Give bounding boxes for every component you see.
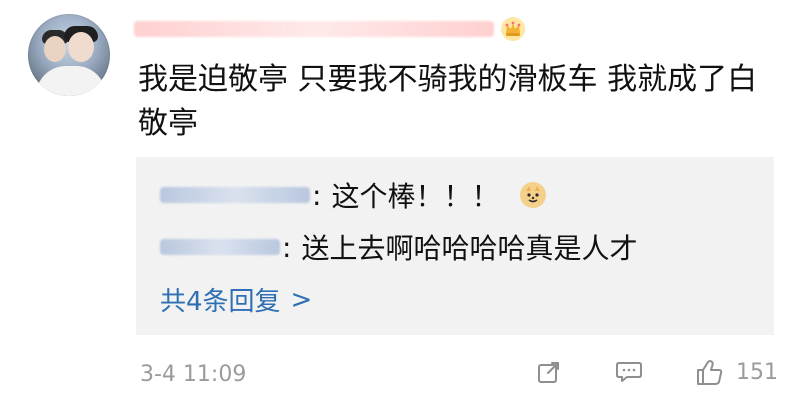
username[interactable] — [134, 14, 526, 44]
blurred-reply-username — [160, 239, 280, 255]
blurred-reply-username — [160, 187, 310, 203]
avatar-body — [36, 66, 106, 96]
blurred-username — [134, 21, 494, 37]
view-more-replies-link[interactable]: 共4条回复 > — [160, 281, 312, 318]
share-icon — [532, 355, 566, 389]
avatar-face-2 — [68, 32, 94, 62]
comment-footer: 3-4 11:09 151 — [0, 350, 800, 394]
like-button[interactable]: 151 — [692, 355, 778, 389]
reply-1[interactable]: : 这个棒！！！ — [160, 177, 547, 213]
reply-colon: : — [282, 230, 292, 264]
share-button[interactable] — [532, 355, 566, 389]
doge-emoji-icon — [519, 181, 547, 209]
comment-text: 我是迫敬亭 只要我不骑我的滑板车 我就成了白敬亭 — [138, 62, 758, 141]
reply-text: 这个棒！！！ — [331, 180, 500, 213]
comment-button[interactable] — [612, 355, 646, 389]
replies-box: : 这个棒！！！ : 送上去啊哈哈哈哈真是人才 共4条回复 > — [136, 157, 774, 335]
comment-actions: 151 — [532, 350, 778, 394]
avatar[interactable] — [28, 14, 110, 96]
reply-text: 送上去啊哈哈哈哈真是人才 — [301, 232, 638, 265]
comment-icon — [612, 355, 646, 389]
more-replies-label: 共4条回复 — [160, 287, 281, 317]
reply-2[interactable]: : 送上去啊哈哈哈哈真是人才 — [160, 229, 637, 265]
like-count: 151 — [736, 359, 778, 385]
reply-colon: : — [312, 178, 322, 212]
chevron-right-icon: > — [290, 284, 313, 315]
avatar-face-1 — [44, 36, 66, 62]
crown-icon — [500, 16, 526, 42]
thumbs-up-icon — [692, 355, 726, 389]
timestamp: 3-4 11:09 — [140, 362, 247, 387]
